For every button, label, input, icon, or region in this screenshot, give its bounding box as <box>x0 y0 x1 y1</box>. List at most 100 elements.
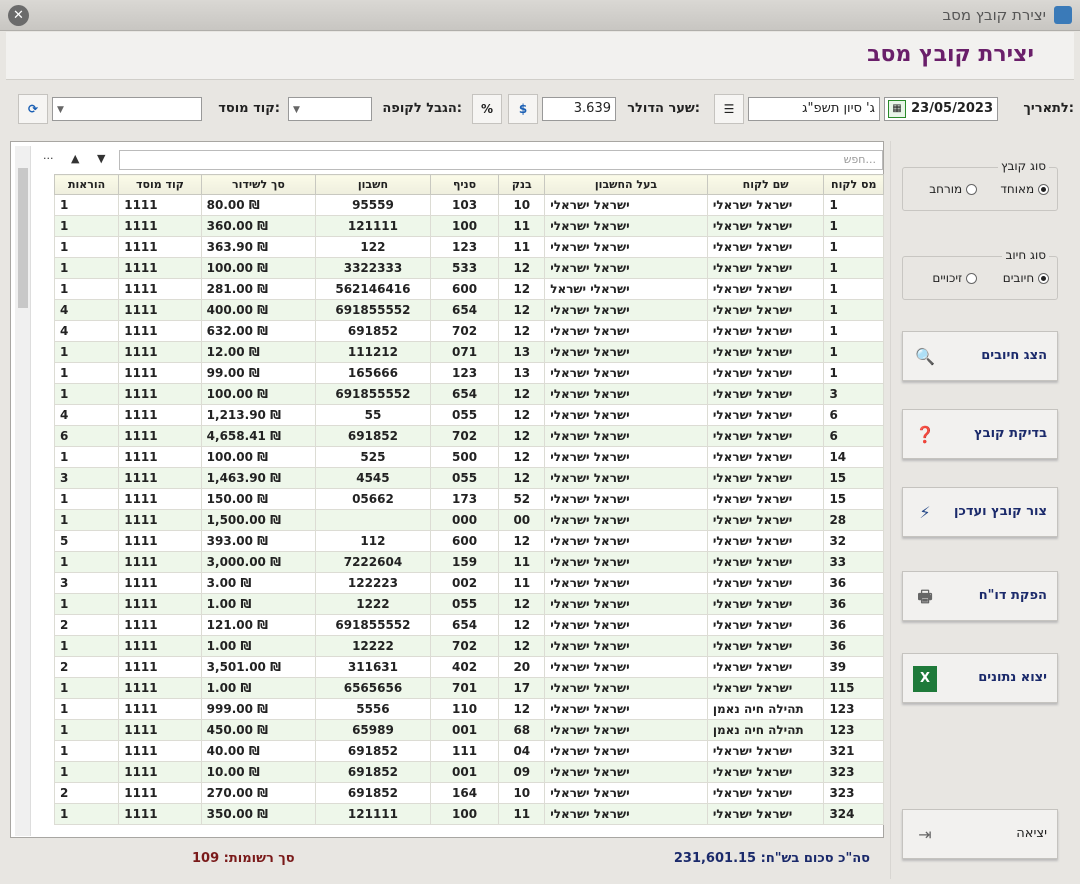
table-row[interactable]: 123 תהילה חיה נאמן ישראל ישראלי 12 110 5556 ₪ … <box>53 698 884 720</box>
date-input[interactable]: 23/05/2023 ▦ <box>884 97 998 121</box>
table-cell: ישראל ישראלי <box>706 404 825 426</box>
table-row[interactable]: 3 ישראל ישראלי ישראל ישראלי 12 654 691855552 ₪… <box>53 383 884 405</box>
table-cell: 1222 <box>315 593 431 615</box>
table-row[interactable]: 1 ישראל ישראלי ישראל ישראלי 13 123 165666 ₪ 99… <box>53 362 884 384</box>
exit-icon: ⇥ <box>918 825 932 844</box>
arrow-down-icon[interactable]: ▼ <box>97 152 105 165</box>
table-row[interactable]: 323 ישראל ישראלי ישראל ישראלי 10 164 691852 ₪ … <box>53 782 884 804</box>
table-row[interactable]: 36 ישראל ישראלי ישראל ישראלי 12 055 1222 ₪ 1.0… <box>53 593 884 615</box>
list-icon[interactable]: ☰ <box>714 94 744 124</box>
column-header[interactable]: שם לקוח <box>706 174 825 195</box>
table-row[interactable]: 1 ישראל ישראלי ישראל ישראלי 11 123 122 ₪ 363.9… <box>53 236 884 258</box>
charge-type-credit-radio[interactable]: זיכויים <box>932 271 977 285</box>
rate-label: שער הדולר: <box>627 101 700 116</box>
refresh-icon[interactable]: ⟳ <box>18 94 48 124</box>
search-input[interactable]: חפש... <box>119 150 883 170</box>
table-cell: 12222 <box>315 635 431 657</box>
button-label: בדיקת קובץ <box>974 426 1047 441</box>
table-cell: ישראל ישראלי <box>544 593 708 615</box>
table-cell: ישראל ישראלי <box>706 341 825 363</box>
table-row[interactable]: 36 ישראל ישראלי ישראל ישראלי 12 654 691855552… <box>53 614 884 636</box>
table-row[interactable]: 324 ישראל ישראלי ישראל ישראלי 11 100 121111 ₪ … <box>53 803 884 825</box>
table-cell: 36 <box>823 593 884 615</box>
count-value: 109 <box>192 851 220 866</box>
table-row[interactable]: 15 ישראל ישראלי ישראל ישראלי 52 173 05662 ₪ 15… <box>53 488 884 510</box>
table-cell: 1 <box>823 320 884 342</box>
table-row[interactable]: 1 ישראל ישראלי ישראל ישראלי 12 533 3322333 ₪ 1… <box>53 257 884 279</box>
table-cell: 00 <box>498 509 546 531</box>
institution-select[interactable]: ▼ <box>52 97 202 121</box>
export-data-button[interactable]: יצוא נתונים X <box>902 653 1058 703</box>
table-row[interactable]: 1 ישראל ישראלי ישראל ישראלי 13 071 111212 ₪ 12… <box>53 341 884 363</box>
table-cell: 055 <box>429 404 500 426</box>
table-row[interactable]: 15 ישראל ישראלי ישראל ישראלי 12 055 4545 ₪ 1,4… <box>53 467 884 489</box>
table-cell: 402 <box>429 656 500 678</box>
table-cell: 1 <box>53 740 120 762</box>
table-row[interactable]: 1 ישראל ישראלי ישראל ישראלי 10 103 95559 ₪ 80.… <box>53 194 884 216</box>
create-file-button[interactable]: צור קובץ ועדכן ⚡ <box>902 487 1058 537</box>
table-row[interactable]: 115 ישראל ישראלי ישראל ישראלי 17 701 6565656 ₪… <box>53 677 884 699</box>
table-cell: 324 <box>823 803 884 825</box>
table-row[interactable]: 6 ישראל ישראלי ישראל ישראלי 12 702 691852 ₪ 4,… <box>53 425 884 447</box>
column-header[interactable]: חשבון <box>315 174 431 195</box>
file-type-extended-radio[interactable]: מורחב <box>929 182 977 196</box>
table-row[interactable]: 1 ישראל ישראלי ישראלי ישראל 12 600 562146416 ₪… <box>53 278 884 300</box>
produce-report-button[interactable]: הפקת דו"ח 🖶 <box>902 571 1058 621</box>
scroll-thumb[interactable] <box>18 168 28 308</box>
table-cell: 11 <box>498 572 546 594</box>
show-charges-button[interactable]: הצג חיובים 🔍 <box>902 331 1058 381</box>
document-help-icon: ❓ <box>915 425 935 444</box>
table-row[interactable]: 1 ישראל ישראלי ישראל ישראלי 12 654 691855552 ₪… <box>53 299 884 321</box>
column-header[interactable]: בעל החשבון <box>544 174 708 195</box>
table-cell: ישראל ישראלי <box>544 404 708 426</box>
percent-icon[interactable]: % <box>472 94 502 124</box>
table-row[interactable]: 123 תהילה חיה נאמן ישראל ישראלי 68 001 65989 ₪… <box>53 719 884 741</box>
table-row[interactable]: 6 ישראל ישראלי ישראל ישראלי 12 055 55 ₪ 1,213.… <box>53 404 884 426</box>
table-cell: 122223 <box>315 572 431 594</box>
table-row[interactable]: 1 ישראל ישראלי ישראל ישראלי 11 100 121111 ₪ 36… <box>53 215 884 237</box>
column-header[interactable]: סניף <box>429 174 500 195</box>
table-row[interactable]: 28 ישראל ישראלי ישראל ישראלי 00 000 ₪ 1,500.0… <box>53 509 884 531</box>
check-file-button[interactable]: בדיקת קובץ ❓ <box>902 409 1058 459</box>
table-cell: ישראל ישראלי <box>706 740 825 762</box>
table-row[interactable]: 36 ישראל ישראלי ישראל ישראלי 12 702 12222 ₪ 1.… <box>53 635 884 657</box>
table-cell: 12 <box>498 404 546 426</box>
file-type-group: סוג קובץ מאוחד מורחב <box>902 159 1058 211</box>
table-row[interactable]: 321 ישראל ישראלי ישראל ישראלי 04 111 691852 ₪ … <box>53 740 884 762</box>
table-cell: 12 <box>498 383 546 405</box>
column-header[interactable]: הוראות <box>53 174 120 195</box>
vertical-scrollbar[interactable] <box>15 146 31 836</box>
table-row[interactable]: 323 ישראל ישראלי ישראל ישראלי 09 001 691852 ₪ … <box>53 761 884 783</box>
charge-type-debit-radio[interactable]: חיובים <box>1003 271 1049 285</box>
table-row[interactable]: 39 ישראל ישראלי ישראל ישראלי 20 402 311631 ₪ 3… <box>53 656 884 678</box>
cash-limit-label: הגבל לקופה: <box>382 101 462 116</box>
table-cell: 1111 <box>118 782 202 804</box>
table-row[interactable]: 1 ישראל ישראלי ישראל ישראלי 12 702 691852 ₪ 63… <box>53 320 884 342</box>
table-cell: 1111 <box>118 383 202 405</box>
column-header[interactable]: מס לקוח <box>823 174 884 195</box>
table-row[interactable]: 32 ישראל ישראלי ישראל ישראלי 12 600 112 ₪ 393.… <box>53 530 884 552</box>
column-header[interactable]: בנק <box>498 174 546 195</box>
table-row[interactable]: 33 ישראל ישראלי ישראל ישראלי 11 159 7222604 ₪ … <box>53 551 884 573</box>
dollar-icon[interactable]: $ <box>508 94 538 124</box>
table-row[interactable]: 36 ישראל ישראלי ישראל ישראלי 11 002 122223 ₪ 3… <box>53 572 884 594</box>
table-cell: ₪ 1,463.90 <box>200 467 317 489</box>
close-button[interactable]: ✕ <box>8 5 29 26</box>
table-cell: 7222604 <box>315 551 431 573</box>
more-icon[interactable]: ··· <box>43 152 54 165</box>
calendar-icon[interactable]: ▦ <box>888 100 906 118</box>
column-header[interactable]: סך לשידור <box>200 174 317 195</box>
rate-input[interactable]: 3.639 <box>542 97 616 121</box>
exit-button[interactable]: יציאה ⇥ <box>902 809 1058 859</box>
table-cell: ₪ 3,000.00 <box>200 551 317 573</box>
table-cell: 1111 <box>118 509 202 531</box>
table-cell: 100 <box>429 803 500 825</box>
table-cell: 11 <box>498 551 546 573</box>
arrow-up-icon[interactable]: ▲ <box>71 152 79 165</box>
file-type-unified-radio[interactable]: מאוחד <box>1000 182 1049 196</box>
table-row[interactable]: 14 ישראל ישראלי ישראל ישראלי 12 500 525 ₪ 100.… <box>53 446 884 468</box>
table-cell: 4 <box>53 404 120 426</box>
table-cell: 1111 <box>118 614 202 636</box>
cash-select[interactable]: ▼ <box>288 97 372 121</box>
column-header[interactable]: קוד מוסד <box>118 174 202 195</box>
